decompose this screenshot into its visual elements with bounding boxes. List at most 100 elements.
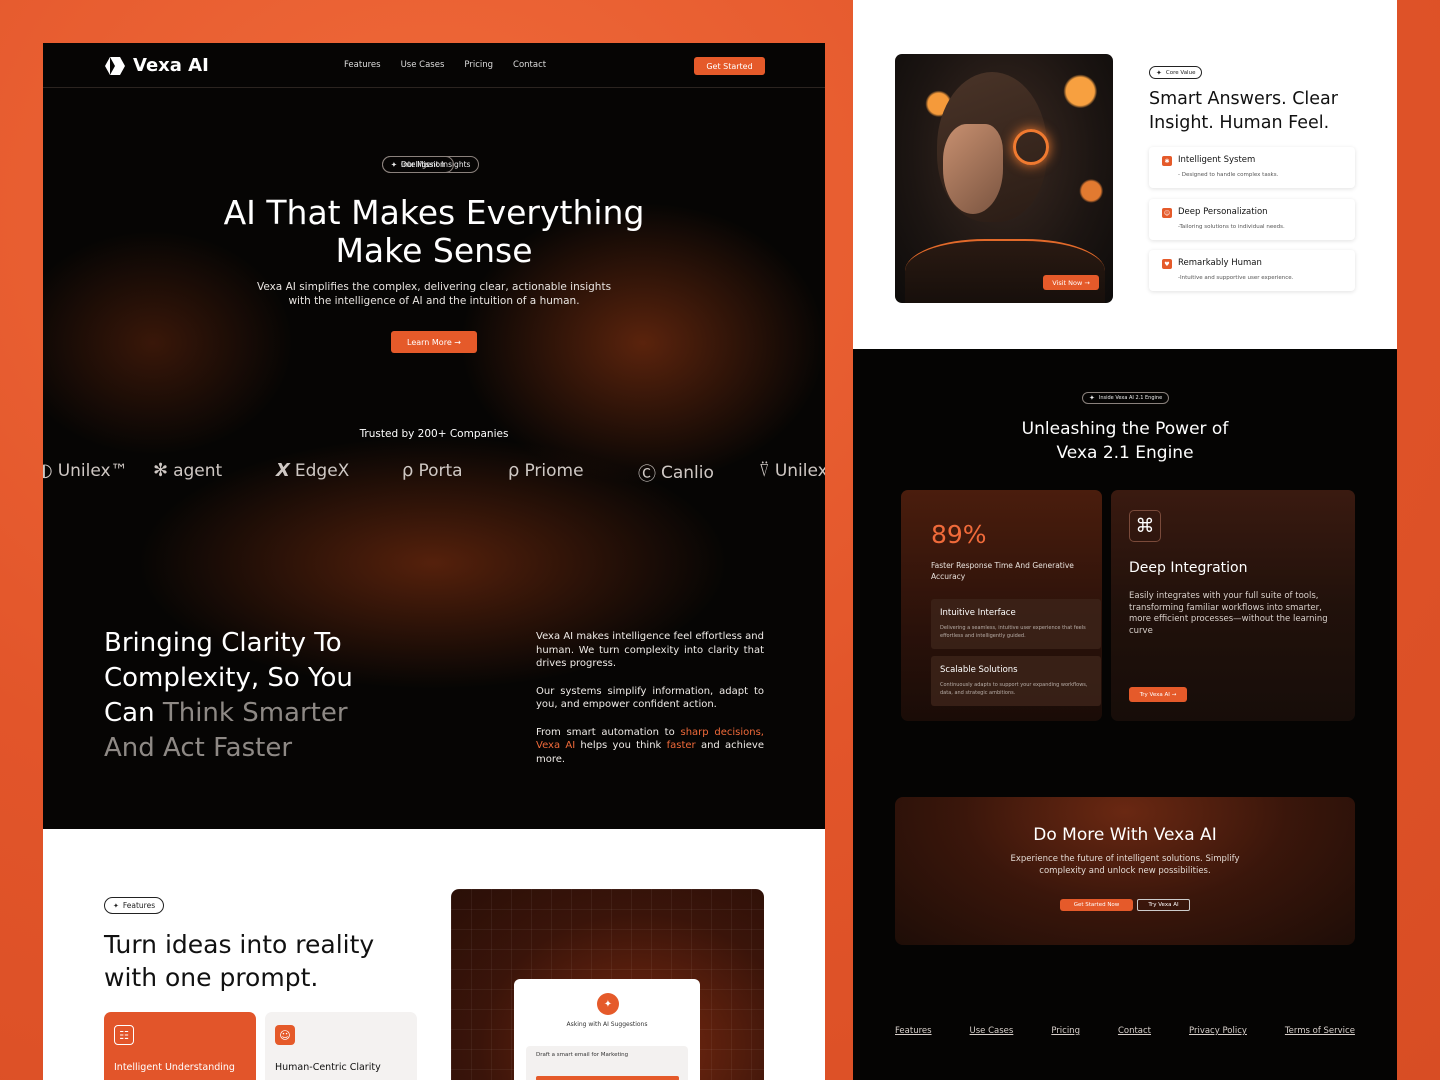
our-mission-badge: ✦ Our Mission bbox=[382, 156, 454, 173]
get-started-button[interactable]: Get Started bbox=[694, 57, 765, 75]
stat-value: 89% bbox=[931, 520, 987, 549]
features-section: ✦ Features Turn ideas into reality with o… bbox=[43, 829, 825, 1080]
value-title: Remarkably Human bbox=[1178, 258, 1262, 268]
prompt-input[interactable]: Draft a smart email for Marketing bbox=[526, 1046, 688, 1080]
chip-icon: ✱ bbox=[1162, 156, 1172, 166]
value-desc: -Tailoring solutions to individual needs… bbox=[1178, 224, 1285, 230]
p-pin-icon: ⍴ bbox=[508, 460, 520, 481]
badge-label: Our Mission bbox=[400, 160, 445, 169]
brand-logo[interactable]: Vexa AI bbox=[104, 55, 209, 76]
logo-name: Unilex™ bbox=[57, 460, 128, 481]
subcard-title: Scalable Solutions bbox=[940, 665, 1018, 675]
footer-link-pricing[interactable]: Pricing bbox=[1051, 1026, 1080, 1036]
core-value-section: Visit Now → ✦ Core Value Smart Answers. C… bbox=[853, 0, 1397, 349]
hero-title-line1: AI That Makes Everything bbox=[223, 193, 645, 232]
try-vexa-outline-button[interactable]: Try Vexa AI bbox=[1137, 899, 1190, 911]
stat-card: 89% Faster Response Time And Generative … bbox=[901, 490, 1102, 721]
subcard-desc: Continuously adapts to support your expa… bbox=[940, 682, 1088, 696]
features-heading: Turn ideas into reality with one prompt. bbox=[104, 930, 375, 992]
logo-name: Unilex bbox=[774, 460, 825, 481]
stat-label: Faster Response Time And Generative Accu… bbox=[931, 561, 1074, 581]
cta-title: Do More With Vexa AI bbox=[1033, 825, 1217, 845]
logo-porta: ⍴ Porta bbox=[402, 460, 463, 481]
cta-desc: Experience the future of intelligent sol… bbox=[895, 853, 1355, 877]
brain-icon: ☷ bbox=[114, 1025, 134, 1045]
c-circle-icon: Ⓒ bbox=[638, 464, 656, 485]
value-title: Intelligent System bbox=[1178, 155, 1256, 165]
mission-paragraph-3: From smart automation to sharp decisions… bbox=[536, 726, 764, 767]
logo-unilex-2: ⍢ Unilex bbox=[759, 460, 825, 481]
get-started-now-button[interactable]: Get Started Now bbox=[1060, 899, 1133, 911]
logo-edgex: X EdgeX bbox=[276, 460, 349, 481]
logo-canlio: Ⓒ Canlio bbox=[638, 460, 714, 486]
portrait-shoulders bbox=[905, 239, 1105, 303]
value-desc: -Intuitive and supportive user experienc… bbox=[1178, 275, 1294, 281]
footer-link-terms[interactable]: Terms of Service bbox=[1285, 1026, 1355, 1036]
logo-name: Canlio bbox=[661, 463, 714, 483]
logo-agent: ✻ agent bbox=[153, 460, 222, 481]
ai-portrait-image: Visit Now → bbox=[895, 54, 1113, 303]
hero-title: AI That Makes Everything Make Sense bbox=[43, 194, 825, 270]
user-icon: ☺ bbox=[1162, 208, 1172, 218]
subcard-scalable-solutions: Scalable Solutions Continuously adapts t… bbox=[931, 656, 1101, 706]
try-vexa-button[interactable]: Try Vexa AI → bbox=[1129, 687, 1187, 702]
learn-more-button[interactable]: Learn More → bbox=[391, 331, 477, 353]
logo-unilex: ◐ Unilex™ bbox=[43, 460, 128, 481]
brand-name: Vexa AI bbox=[133, 55, 209, 76]
footer-link-privacy[interactable]: Privacy Policy bbox=[1189, 1026, 1247, 1036]
nav-link-pricing[interactable]: Pricing bbox=[464, 60, 493, 70]
visit-now-button[interactable]: Visit Now → bbox=[1043, 275, 1099, 290]
engine-heading: Unleashing the Power of Vexa 2.1 Engine bbox=[853, 417, 1397, 465]
text: helps you think bbox=[575, 740, 667, 751]
value-title: Deep Personalization bbox=[1178, 207, 1268, 217]
nav-link-use-cases[interactable]: Use Cases bbox=[401, 60, 445, 70]
mission-paragraph-2: Our systems simplify information, adapt … bbox=[536, 685, 764, 711]
subcard-intuitive-interface: Intuitive Interface Delivering a seamles… bbox=[931, 599, 1101, 649]
value-card-remarkably-human: ♥ Remarkably Human -Intuitive and suppor… bbox=[1149, 250, 1355, 291]
logo-priome: ⍴ Priome bbox=[508, 460, 584, 481]
sparkle-icon: ✦ bbox=[391, 160, 397, 169]
hero-title-line2: Make Sense bbox=[335, 231, 533, 270]
nav-link-features[interactable]: Features bbox=[344, 60, 381, 70]
footer-link-use-cases[interactable]: Use Cases bbox=[970, 1026, 1014, 1036]
footer-links: Features Use Cases Pricing Contact Priva… bbox=[895, 1026, 1355, 1036]
engine-badge: ✦ Inside Vexa AI 2.1 Engine bbox=[1082, 392, 1170, 404]
accent-text: sharp decisions, bbox=[680, 726, 764, 738]
command-key-icon: ⌘ bbox=[1129, 510, 1161, 542]
hero-subtitle: Vexa AI simplifies the complex, deliveri… bbox=[43, 280, 825, 308]
landing-page-left: Vexa AI Features Use Cases Pricing Conta… bbox=[43, 43, 825, 1080]
p-pin-icon: ⍴ bbox=[402, 460, 414, 481]
nav-links: Features Use Cases Pricing Contact bbox=[344, 60, 546, 70]
sparkle-icon: ✦ bbox=[1156, 68, 1162, 77]
cta-desc-line1: Experience the future of intelligent sol… bbox=[1010, 854, 1240, 864]
nav-link-contact[interactable]: Contact bbox=[513, 60, 546, 70]
cta-desc-line2: complexity and unlock new possibilities. bbox=[1039, 866, 1211, 876]
feature-card-human-centric[interactable]: ☺ Human-Centric Clarity bbox=[265, 1012, 417, 1080]
landing-page-right: Visit Now → ✦ Core Value Smart Answers. C… bbox=[853, 0, 1397, 1080]
circle-half-icon: ◐ bbox=[43, 460, 53, 481]
badge-label: Features bbox=[122, 901, 156, 910]
badge-label: Inside Vexa AI 2.1 Engine bbox=[1098, 395, 1163, 401]
integration-desc: Easily integrates with your full suite o… bbox=[1129, 591, 1328, 636]
logo-name: Priome bbox=[524, 460, 584, 481]
user-icon: ☺ bbox=[275, 1025, 295, 1045]
badge-label: Core Value bbox=[1165, 69, 1196, 76]
hero-section: Vexa AI Features Use Cases Pricing Conta… bbox=[43, 43, 825, 829]
logo-name: EdgeX bbox=[294, 460, 350, 481]
text: From smart automation to bbox=[536, 726, 681, 738]
footer-link-contact[interactable]: Contact bbox=[1118, 1026, 1151, 1036]
portrait-ear-device bbox=[1013, 129, 1049, 165]
value-desc: - Designed to handle complex tasks. bbox=[1178, 172, 1279, 178]
heart-icon: ♥ bbox=[1162, 259, 1172, 269]
company-logos: ◐ Unilex™ ✻ agent X EdgeX ⍴ Porta ⍴ Priome Ⓒ C… bbox=[43, 460, 825, 490]
feature-card-intelligent-understanding[interactable]: ☷ Intelligent Understanding bbox=[104, 1012, 256, 1080]
features-badge: ✦ Features bbox=[104, 897, 165, 914]
progress-bar bbox=[536, 1076, 679, 1080]
core-value-badge: ✦ Core Value bbox=[1149, 66, 1203, 79]
footer-link-features[interactable]: Features bbox=[895, 1026, 932, 1036]
hero-subtitle-line1: Vexa AI simplifies the complex, deliveri… bbox=[256, 281, 612, 293]
sparkle-icon: ✦ bbox=[597, 993, 619, 1015]
engine-heading-line2: Vexa 2.1 Engine bbox=[1056, 443, 1194, 463]
top-nav: Vexa AI Features Use Cases Pricing Conta… bbox=[43, 43, 825, 88]
mission-heading: Bringing Clarity To Complexity, So You C… bbox=[104, 626, 404, 766]
